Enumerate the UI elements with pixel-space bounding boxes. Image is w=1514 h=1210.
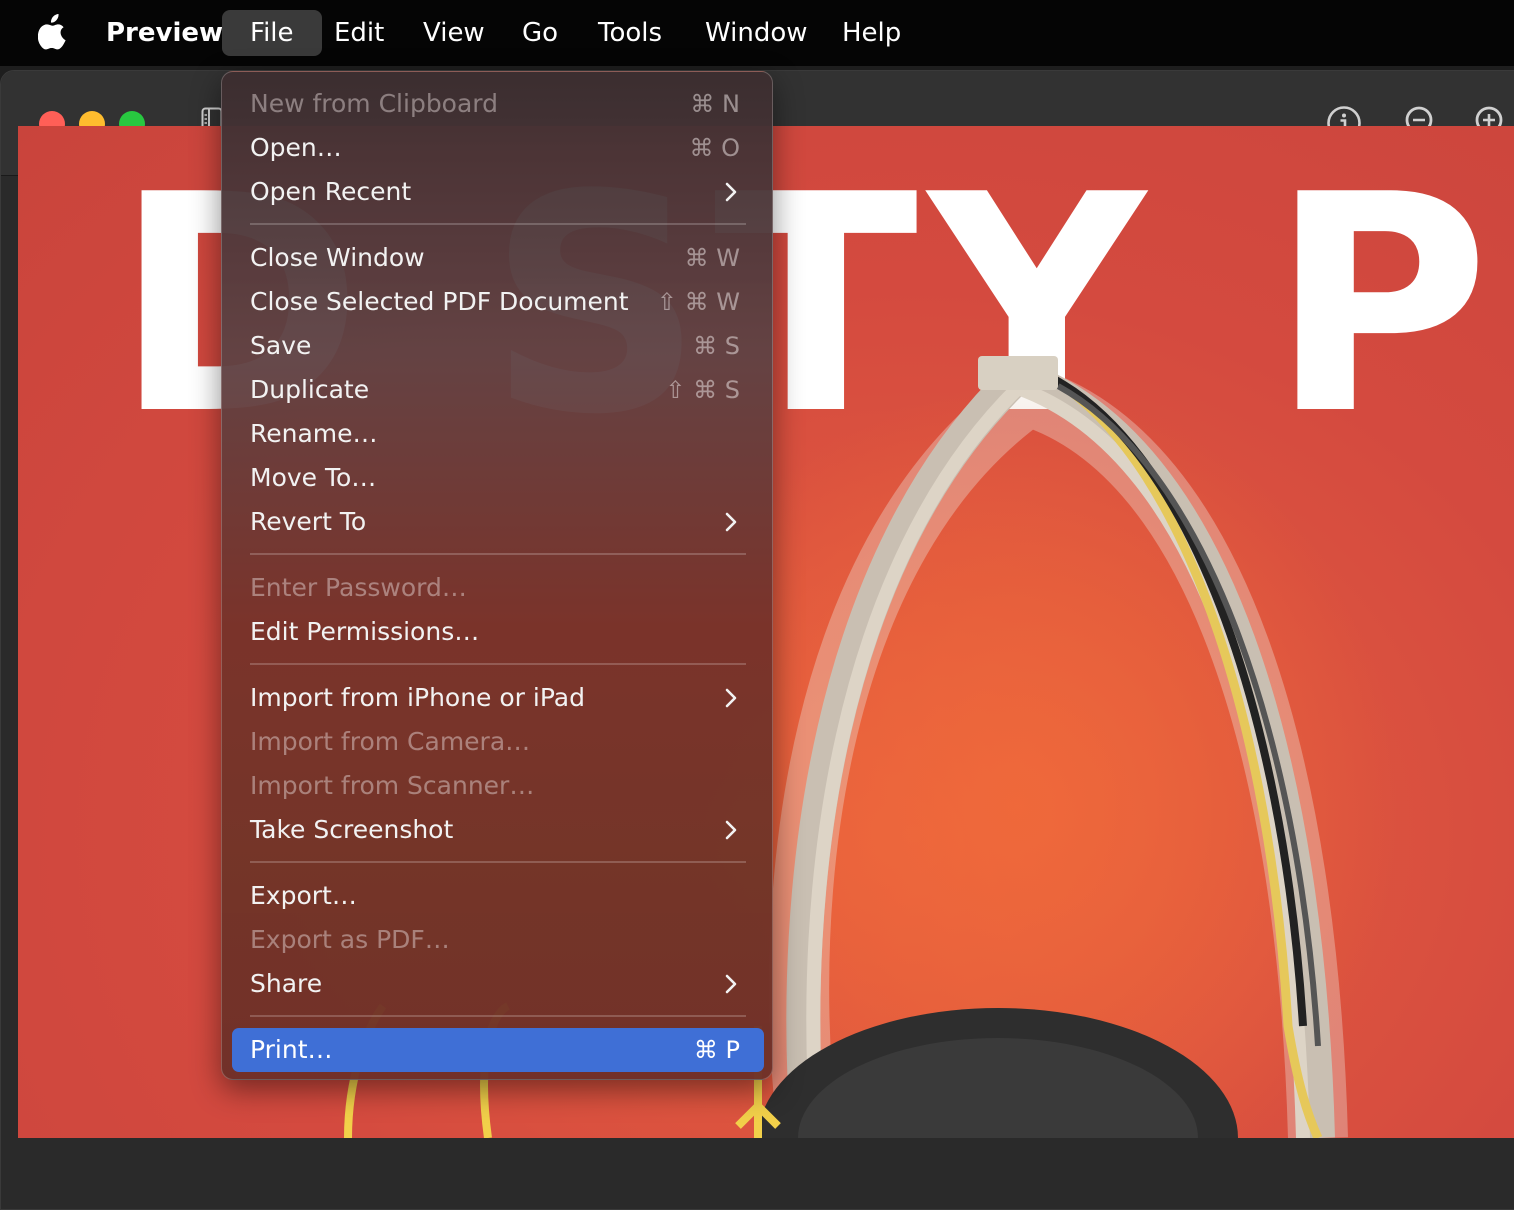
- menu-item-import-scanner: Import from Scanner…: [232, 764, 764, 808]
- menu-separator: [250, 663, 746, 665]
- menu-item-edit-permissions[interactable]: Edit Permissions…: [232, 610, 764, 654]
- menu-separator: [250, 223, 746, 225]
- apple-logo-icon[interactable]: [38, 14, 68, 50]
- menu-separator: [250, 1015, 746, 1017]
- chevron-right-icon: [725, 182, 737, 202]
- menu-item-label: Enter Password…: [250, 573, 467, 602]
- menu-item-label: Export…: [250, 881, 357, 910]
- menu-item-revert-to[interactable]: Revert To: [232, 500, 764, 544]
- menu-item-label: Share: [250, 969, 323, 998]
- menu-item-label: Move To…: [250, 463, 377, 492]
- menu-item-label: New from Clipboard: [250, 89, 499, 118]
- shortcut-label: ⌘ O: [689, 134, 740, 162]
- menu-item-new-from-clipboard: New from Clipboard ⌘ N: [232, 82, 764, 126]
- menu-item-label: Duplicate: [250, 375, 370, 404]
- menu-item-print[interactable]: Print… ⌘ P: [232, 1028, 764, 1072]
- menu-item-duplicate[interactable]: Duplicate ⇧ ⌘ S: [232, 368, 764, 412]
- menu-item-label: Open…: [250, 133, 342, 162]
- chevron-right-icon: [725, 974, 737, 994]
- menu-item-label: Rename…: [250, 419, 378, 448]
- menu-item-open-recent[interactable]: Open Recent: [232, 170, 764, 214]
- menu-separator: [250, 553, 746, 555]
- menu-item-enter-password: Enter Password…: [232, 566, 764, 610]
- menu-item-import-camera: Import from Camera…: [232, 720, 764, 764]
- menu-item-label: Print…: [250, 1035, 333, 1064]
- menu-item-label: Edit Permissions…: [250, 617, 480, 646]
- menu-item-close-window[interactable]: Close Window ⌘ W: [232, 236, 764, 280]
- chevron-right-icon: [725, 688, 737, 708]
- menu-item-label: Save: [250, 331, 312, 360]
- shortcut-label: ⌘ S: [693, 332, 740, 360]
- menu-item-label: Take Screenshot: [250, 815, 454, 844]
- menu-item-label: Close Window: [250, 243, 425, 272]
- file-menu-dropdown: New from Clipboard ⌘ N Open… ⌘ O Open Re…: [221, 71, 773, 1080]
- menu-item-import-iphone-ipad[interactable]: Import from iPhone or iPad: [232, 676, 764, 720]
- menu-item-export-as-pdf: Export as PDF…: [232, 918, 764, 962]
- menu-item-share[interactable]: Share: [232, 962, 764, 1006]
- menu-item-label: Open Recent: [250, 177, 412, 206]
- shortcut-label: ⌘ W: [684, 244, 740, 272]
- shortcut-label: ⌘ P: [693, 1036, 740, 1064]
- menu-item-rename[interactable]: Rename…: [232, 412, 764, 456]
- menu-item-label: Import from Scanner…: [250, 771, 535, 800]
- shortcut-label: ⇧ ⌘ W: [656, 288, 740, 316]
- menu-help[interactable]: Help: [814, 10, 929, 56]
- menu-bar: Preview File Edit View Go Tools Window H…: [0, 0, 1514, 66]
- menu-item-export[interactable]: Export…: [232, 874, 764, 918]
- menu-tools[interactable]: Tools: [570, 10, 690, 56]
- menu-window[interactable]: Window: [677, 10, 836, 56]
- menu-item-label: Import from Camera…: [250, 727, 531, 756]
- menu-item-open[interactable]: Open… ⌘ O: [232, 126, 764, 170]
- menu-item-close-selected-pdf[interactable]: Close Selected PDF Document ⇧ ⌘ W: [232, 280, 764, 324]
- menu-item-label: Revert To: [250, 507, 367, 536]
- menu-item-label: Export as PDF…: [250, 925, 450, 954]
- menu-item-save[interactable]: Save ⌘ S: [232, 324, 764, 368]
- menu-separator: [250, 861, 746, 863]
- shortcut-label: ⇧ ⌘ S: [665, 376, 740, 404]
- menu-item-label: Import from iPhone or iPad: [250, 683, 585, 712]
- menu-item-label: Close Selected PDF Document: [250, 287, 629, 316]
- chevron-right-icon: [725, 512, 737, 532]
- shortcut-label: ⌘ N: [690, 90, 740, 118]
- menu-item-move-to[interactable]: Move To…: [232, 456, 764, 500]
- menu-item-take-screenshot[interactable]: Take Screenshot: [232, 808, 764, 852]
- chevron-right-icon: [725, 820, 737, 840]
